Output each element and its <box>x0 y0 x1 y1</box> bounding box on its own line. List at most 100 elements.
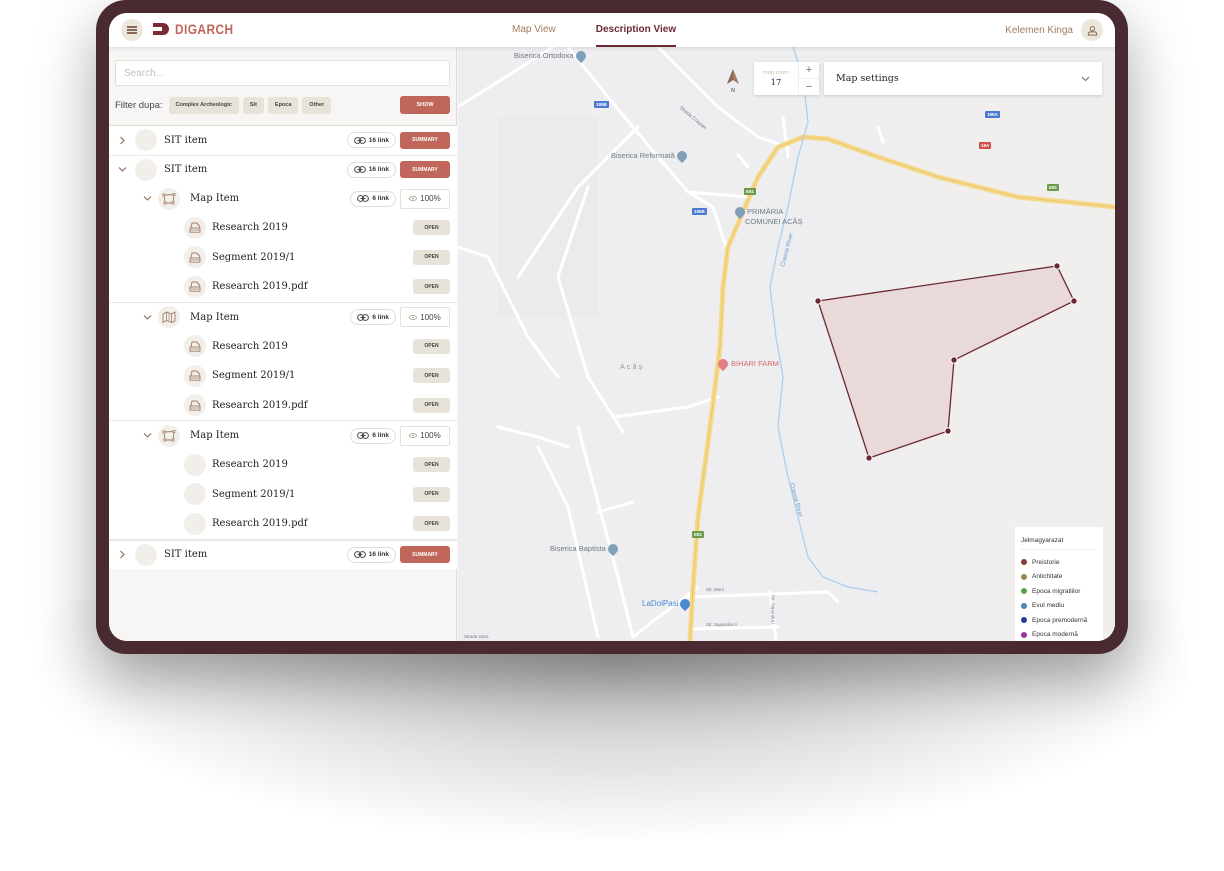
logo[interactable]: DIGARCH <box>153 21 244 37</box>
chevron-down-icon <box>1081 76 1090 81</box>
hamburger-menu-button[interactable] <box>121 19 143 41</box>
chevron-down-icon[interactable] <box>142 312 152 322</box>
filter-label: Filter dupa: <box>115 99 163 111</box>
legend-item[interactable]: Epoca premodernă <box>1021 613 1097 628</box>
open-button[interactable]: OPEN <box>413 397 450 413</box>
legend-label: Preistorie <box>1032 558 1060 566</box>
user-avatar-button[interactable] <box>1081 19 1103 41</box>
open-button[interactable]: OPEN <box>413 516 450 532</box>
document-label: Research 2019.pdf <box>212 399 308 411</box>
map-item-row[interactable]: Map Item 6 link 100% <box>109 302 457 332</box>
legend-item[interactable]: Epoca modernă <box>1021 628 1097 642</box>
chevron-right-icon[interactable] <box>117 135 127 145</box>
map-zoom-control: map zoom 17 + − <box>754 62 819 95</box>
open-button[interactable]: OPEN <box>413 486 450 502</box>
visibility-percent: 100% <box>420 431 441 440</box>
visibility-percent: 100% <box>420 312 441 322</box>
visibility-toggle[interactable]: 100% <box>400 188 450 209</box>
poi-biserica-baptista[interactable]: Biserica Baptista <box>550 541 620 557</box>
document-label: Research 2019 <box>212 222 288 234</box>
document-row[interactable]: Research 2019.pdf OPEN <box>109 272 457 302</box>
sit-item-row[interactable]: SIT item 16 link SUMMARY <box>109 154 457 184</box>
sit-item-label: SIT item <box>164 134 208 146</box>
zoom-caption: map zoom <box>763 69 789 76</box>
legend-label: Epoca premodernă <box>1032 616 1088 624</box>
summary-button[interactable]: SUMMARY <box>400 546 450 564</box>
street-label: Str. Suparului I <box>770 594 776 625</box>
link-count-button[interactable]: 6 link <box>350 309 396 325</box>
search-input[interactable] <box>115 60 450 86</box>
map-settings-dropdown[interactable]: Map settings <box>824 62 1102 95</box>
link-count-button[interactable]: 6 link <box>350 427 396 444</box>
zoom-out-button[interactable]: − <box>799 79 819 95</box>
poi-biserica-reformata[interactable]: Biserica Reformată <box>611 148 689 164</box>
summary-button[interactable]: SUMMARY <box>400 131 450 149</box>
map-item-label: Map Item <box>190 193 240 204</box>
shop-pin-icon <box>678 596 693 612</box>
document-row[interactable]: Segment 2019/1 OPEN <box>109 479 457 509</box>
map-item-label: Map Item <box>190 311 240 323</box>
poi-bihari-farm[interactable]: BIHARI FARM <box>715 356 779 372</box>
document-row[interactable]: Segment 2019/1 OPEN <box>109 361 457 391</box>
document-row[interactable]: Research 2019 OPEN <box>109 450 457 480</box>
show-button[interactable]: SHOW <box>400 96 450 114</box>
sit-item-row[interactable]: SIT item 16 link SUMMARY <box>109 125 457 155</box>
open-button[interactable]: OPEN <box>413 279 450 295</box>
document-label: Segment 2019/1 <box>212 488 296 500</box>
chevron-down-icon[interactable] <box>142 431 152 441</box>
poi-primaria[interactable]: PRIMĂRIA COMUNEI ACĂȘ <box>732 204 803 226</box>
filter-chip-sit[interactable]: Sit <box>242 96 264 114</box>
summary-button[interactable]: SUMMARY <box>400 161 450 179</box>
map-canvas[interactable]: Biserica Ortodoxa Biserica Reformată PRI… <box>458 47 1115 641</box>
chevron-down-icon[interactable] <box>142 194 152 204</box>
map-item-row[interactable]: Map Item 6 link 100% <box>109 421 457 450</box>
document-stack-icon <box>184 275 206 298</box>
tab-description-view[interactable]: Description View <box>595 13 677 47</box>
link-icon <box>357 313 370 321</box>
link-count-button[interactable]: 16 link <box>346 546 396 563</box>
document-row[interactable]: Research 2019 OPEN <box>109 213 457 243</box>
zoom-in-button[interactable]: + <box>799 62 819 79</box>
chevron-right-icon[interactable] <box>117 550 127 560</box>
poi-biserica-ortodoxa[interactable]: Biserica Ortodoxa <box>514 48 588 64</box>
document-stack-icon <box>184 335 206 358</box>
legend-item[interactable]: Antichitate <box>1021 570 1097 585</box>
legend-item[interactable]: Epoca migratiilor <box>1021 584 1097 599</box>
chevron-down-icon[interactable] <box>117 165 127 175</box>
filter-chip-other[interactable]: Other <box>302 96 332 114</box>
poi-ladoipasi[interactable]: LaDoiPasi <box>642 596 693 612</box>
legend-color-dot <box>1021 573 1027 580</box>
link-count-button[interactable]: 6 link <box>350 190 396 207</box>
link-icon <box>353 166 366 174</box>
filter-chip-complex-archeologic[interactable]: Complex Archeologic <box>168 96 239 114</box>
open-button[interactable]: OPEN <box>413 368 450 384</box>
sit-item-row[interactable]: SIT item 16 link SUMMARY <box>109 539 457 569</box>
filter-chip-epoca[interactable]: Epoca <box>267 96 299 114</box>
compass-label: N <box>731 88 735 93</box>
document-label: Research 2019.pdf <box>212 518 308 530</box>
link-count-button[interactable]: 16 link <box>346 132 396 149</box>
road-badge: 195A <box>985 111 1000 118</box>
legend-item[interactable]: Preistorie <box>1021 555 1097 570</box>
open-button[interactable]: OPEN <box>413 249 450 265</box>
map-folded-icon <box>158 306 180 328</box>
document-row[interactable]: Research 2019.pdf OPEN <box>109 509 457 539</box>
eye-icon <box>409 314 418 320</box>
map-item-row[interactable]: Map Item 6 link 100% <box>109 184 457 213</box>
open-button[interactable]: OPEN <box>413 457 450 473</box>
document-label: Segment 2019/1 <box>212 251 296 263</box>
brand-name: DIGARCH <box>175 21 234 37</box>
tab-map-view[interactable]: Map View <box>512 13 556 47</box>
visibility-toggle[interactable]: 100% <box>400 425 450 446</box>
legend-item[interactable]: Evul mediu <box>1021 599 1097 614</box>
legend-label: Antichitate <box>1032 573 1063 581</box>
link-count: 16 link <box>368 166 389 174</box>
document-row[interactable]: Research 2019.pdf OPEN <box>109 390 457 420</box>
compass-north-icon[interactable]: N <box>726 69 740 93</box>
document-row[interactable]: Research 2019 OPEN <box>109 331 457 361</box>
link-count-button[interactable]: 16 link <box>346 161 396 178</box>
document-row[interactable]: Segment 2019/1 OPEN <box>109 242 457 272</box>
visibility-toggle[interactable]: 100% <box>400 307 450 327</box>
open-button[interactable]: OPEN <box>413 220 450 236</box>
open-button[interactable]: OPEN <box>413 338 450 354</box>
